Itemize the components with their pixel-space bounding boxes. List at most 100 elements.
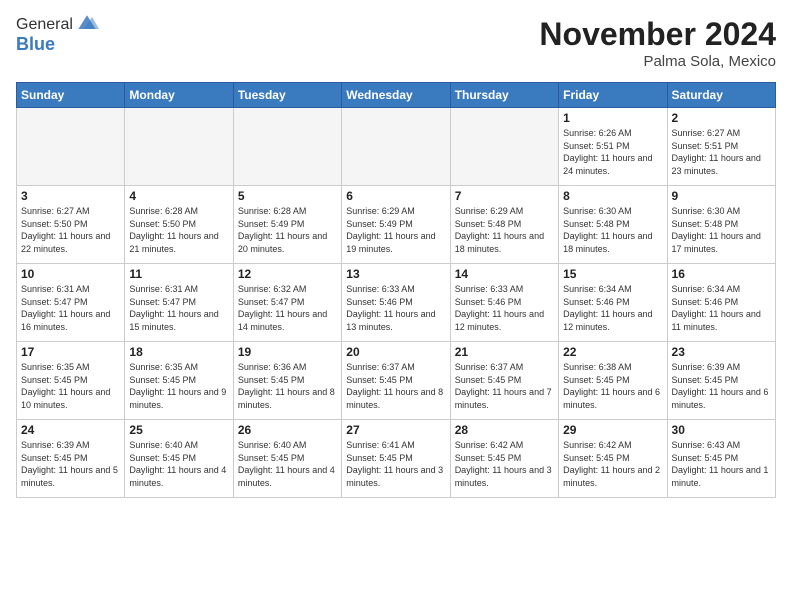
day-number: 4 (129, 189, 228, 203)
calendar-cell: 24 Sunrise: 6:39 AM Sunset: 5:45 PM Dayli… (17, 420, 125, 498)
day-info: Sunrise: 6:40 AM Sunset: 5:45 PM Dayligh… (129, 439, 228, 489)
day-number: 15 (563, 267, 662, 281)
day-number: 5 (238, 189, 337, 203)
logo-blue-text: Blue (16, 34, 55, 54)
calendar-cell (450, 108, 558, 186)
day-info: Sunrise: 6:39 AM Sunset: 5:45 PM Dayligh… (672, 361, 771, 411)
calendar-cell: 14 Sunrise: 6:33 AM Sunset: 5:46 PM Dayli… (450, 264, 558, 342)
day-number: 30 (672, 423, 771, 437)
logo-general-text: General (16, 16, 73, 34)
month-title: November 2024 (539, 16, 776, 53)
day-info: Sunrise: 6:38 AM Sunset: 5:45 PM Dayligh… (563, 361, 662, 411)
day-info: Sunrise: 6:27 AM Sunset: 5:51 PM Dayligh… (672, 127, 771, 177)
calendar-cell: 17Sunrise: 6:35 AM Sunset: 5:45 PM Dayli… (17, 342, 125, 420)
day-number: 2 (672, 111, 771, 125)
dow-header: Thursday (450, 83, 558, 108)
logo: General Blue (16, 16, 99, 55)
day-number: 8 (563, 189, 662, 203)
calendar-cell: 13 Sunrise: 6:33 AM Sunset: 5:46 PM Dayli… (342, 264, 450, 342)
calendar-cell: 27 Sunrise: 6:41 AM Sunset: 5:45 PM Dayli… (342, 420, 450, 498)
day-number: 7 (455, 189, 554, 203)
calendar-cell: 22 Sunrise: 6:38 AM Sunset: 5:45 PM Dayli… (559, 342, 667, 420)
calendar-cell: 21 Sunrise: 6:37 AM Sunset: 5:45 PM Dayli… (450, 342, 558, 420)
calendar-table: SundayMondayTuesdayWednesdayThursdayFrid… (16, 82, 776, 498)
calendar-cell: 20Sunrise: 6:37 AM Sunset: 5:45 PM Dayli… (342, 342, 450, 420)
day-info: Sunrise: 6:33 AM Sunset: 5:46 PM Dayligh… (455, 283, 554, 333)
calendar-cell: 15 Sunrise: 6:34 AM Sunset: 5:46 PM Dayli… (559, 264, 667, 342)
location: Palma Sola, Mexico (539, 53, 776, 70)
day-info: Sunrise: 6:30 AM Sunset: 5:48 PM Dayligh… (672, 205, 771, 255)
calendar-cell: 19 Sunrise: 6:36 AM Sunset: 5:45 PM Dayli… (233, 342, 341, 420)
calendar-cell: 6 Sunrise: 6:29 AM Sunset: 5:49 PM Daylig… (342, 186, 450, 264)
dow-header: Sunday (17, 83, 125, 108)
day-info: Sunrise: 6:30 AM Sunset: 5:48 PM Dayligh… (563, 205, 662, 255)
day-info: Sunrise: 6:42 AM Sunset: 5:45 PM Dayligh… (563, 439, 662, 489)
calendar-cell: 9 Sunrise: 6:30 AM Sunset: 5:48 PM Daylig… (667, 186, 775, 264)
calendar-cell: 8 Sunrise: 6:30 AM Sunset: 5:48 PM Daylig… (559, 186, 667, 264)
day-number: 10 (21, 267, 120, 281)
day-number: 13 (346, 267, 445, 281)
day-info: Sunrise: 6:40 AM Sunset: 5:45 PM Dayligh… (238, 439, 337, 489)
calendar-cell: 25 Sunrise: 6:40 AM Sunset: 5:45 PM Dayli… (125, 420, 233, 498)
calendar-cell: 23 Sunrise: 6:39 AM Sunset: 5:45 PM Dayli… (667, 342, 775, 420)
calendar-cell: 28 Sunrise: 6:42 AM Sunset: 5:45 PM Dayli… (450, 420, 558, 498)
logo-icon (75, 13, 99, 33)
day-info: Sunrise: 6:39 AM Sunset: 5:45 PM Dayligh… (21, 439, 120, 489)
day-info: Sunrise: 6:29 AM Sunset: 5:49 PM Dayligh… (346, 205, 445, 255)
day-number: 6 (346, 189, 445, 203)
day-info: Sunrise: 6:28 AM Sunset: 5:49 PM Dayligh… (238, 205, 337, 255)
day-number: 3 (21, 189, 120, 203)
header: General Blue November 2024 Palma Sola, M… (16, 16, 776, 70)
day-number: 16 (672, 267, 771, 281)
calendar-cell: 30 Sunrise: 6:43 AM Sunset: 5:45 PM Dayli… (667, 420, 775, 498)
calendar-cell: 10 Sunrise: 6:31 AM Sunset: 5:47 PM Dayli… (17, 264, 125, 342)
day-number: 24 (21, 423, 120, 437)
day-info: Sunrise: 6:37 AM Sunset: 5:45 PM Dayligh… (455, 361, 554, 411)
calendar-cell: 3 Sunrise: 6:27 AM Sunset: 5:50 PM Daylig… (17, 186, 125, 264)
day-info: Sunrise: 6:34 AM Sunset: 5:46 PM Dayligh… (672, 283, 771, 333)
calendar-cell (342, 108, 450, 186)
day-info: Sunrise: 6:41 AM Sunset: 5:45 PM Dayligh… (346, 439, 445, 489)
dow-header: Tuesday (233, 83, 341, 108)
day-info: Sunrise: 6:32 AM Sunset: 5:47 PM Dayligh… (238, 283, 337, 333)
day-info: Sunrise: 6:34 AM Sunset: 5:46 PM Dayligh… (563, 283, 662, 333)
day-number: 12 (238, 267, 337, 281)
day-info: Sunrise: 6:31 AM Sunset: 5:47 PM Dayligh… (21, 283, 120, 333)
day-number: 29 (563, 423, 662, 437)
day-info: Sunrise: 6:29 AM Sunset: 5:48 PM Dayligh… (455, 205, 554, 255)
day-info: Sunrise: 6:31 AM Sunset: 5:47 PM Dayligh… (129, 283, 228, 333)
calendar-cell (233, 108, 341, 186)
day-info: Sunrise: 6:43 AM Sunset: 5:45 PM Dayligh… (672, 439, 771, 489)
day-number: 28 (455, 423, 554, 437)
day-number: 25 (129, 423, 228, 437)
day-number: 1 (563, 111, 662, 125)
calendar-cell: 2 Sunrise: 6:27 AM Sunset: 5:51 PM Daylig… (667, 108, 775, 186)
day-number: 14 (455, 267, 554, 281)
day-info: Sunrise: 6:35 AM Sunset: 5:45 PM Dayligh… (21, 361, 120, 411)
day-number: 21 (455, 345, 554, 359)
dow-header: Wednesday (342, 83, 450, 108)
day-info: Sunrise: 6:33 AM Sunset: 5:46 PM Dayligh… (346, 283, 445, 333)
calendar-cell: 5 Sunrise: 6:28 AM Sunset: 5:49 PM Daylig… (233, 186, 341, 264)
day-info: Sunrise: 6:42 AM Sunset: 5:45 PM Dayligh… (455, 439, 554, 489)
day-number: 22 (563, 345, 662, 359)
title-block: November 2024 Palma Sola, Mexico (539, 16, 776, 70)
page: General Blue November 2024 Palma Sola, M… (0, 0, 792, 508)
day-number: 27 (346, 423, 445, 437)
day-info: Sunrise: 6:28 AM Sunset: 5:50 PM Dayligh… (129, 205, 228, 255)
day-number: 26 (238, 423, 337, 437)
dow-header: Saturday (667, 83, 775, 108)
day-info: Sunrise: 6:27 AM Sunset: 5:50 PM Dayligh… (21, 205, 120, 255)
calendar-cell (17, 108, 125, 186)
day-info: Sunrise: 6:37 AM Sunset: 5:45 PM Dayligh… (346, 361, 445, 411)
calendar-cell: 1Sunrise: 6:26 AM Sunset: 5:51 PM Daylig… (559, 108, 667, 186)
day-number: 9 (672, 189, 771, 203)
dow-header: Monday (125, 83, 233, 108)
calendar-cell: 26 Sunrise: 6:40 AM Sunset: 5:45 PM Dayli… (233, 420, 341, 498)
calendar-cell: 11Sunrise: 6:31 AM Sunset: 5:47 PM Dayli… (125, 264, 233, 342)
day-number: 23 (672, 345, 771, 359)
day-number: 19 (238, 345, 337, 359)
dow-header: Friday (559, 83, 667, 108)
day-info: Sunrise: 6:36 AM Sunset: 5:45 PM Dayligh… (238, 361, 337, 411)
day-info: Sunrise: 6:35 AM Sunset: 5:45 PM Dayligh… (129, 361, 228, 411)
